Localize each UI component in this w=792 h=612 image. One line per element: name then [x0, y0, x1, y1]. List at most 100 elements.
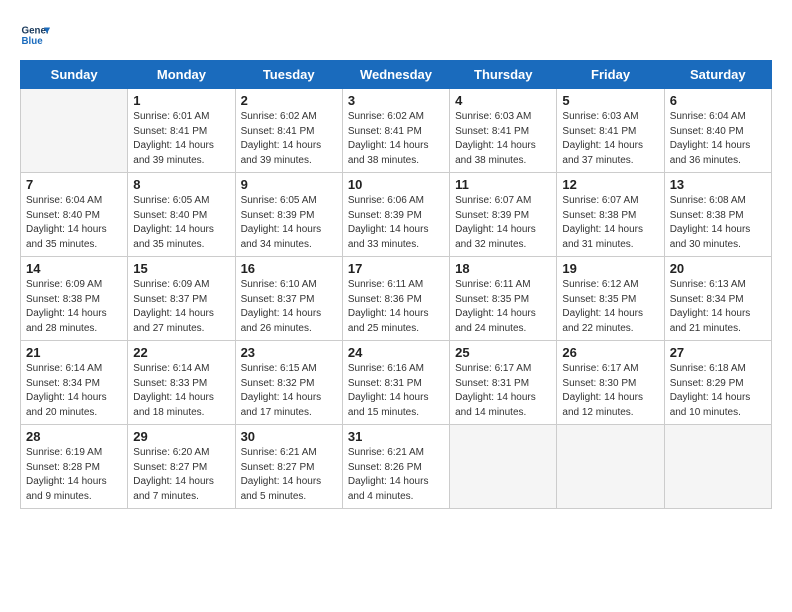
- day-number: 12: [562, 177, 658, 192]
- calendar-cell: 30Sunrise: 6:21 AM Sunset: 8:27 PM Dayli…: [235, 425, 342, 509]
- day-number: 2: [241, 93, 337, 108]
- calendar-cell: 31Sunrise: 6:21 AM Sunset: 8:26 PM Dayli…: [342, 425, 449, 509]
- day-header-tuesday: Tuesday: [235, 61, 342, 89]
- calendar-cell: 22Sunrise: 6:14 AM Sunset: 8:33 PM Dayli…: [128, 341, 235, 425]
- day-info: Sunrise: 6:19 AM Sunset: 8:28 PM Dayligh…: [26, 446, 122, 504]
- day-info: Sunrise: 6:07 AM Sunset: 8:38 PM Dayligh…: [562, 194, 658, 252]
- day-number: 30: [241, 429, 337, 444]
- day-info: Sunrise: 6:14 AM Sunset: 8:34 PM Dayligh…: [26, 362, 122, 420]
- day-info: Sunrise: 6:05 AM Sunset: 8:40 PM Dayligh…: [133, 194, 229, 252]
- calendar-cell: 24Sunrise: 6:16 AM Sunset: 8:31 PM Dayli…: [342, 341, 449, 425]
- day-info: Sunrise: 6:13 AM Sunset: 8:34 PM Dayligh…: [670, 278, 766, 336]
- day-info: Sunrise: 6:03 AM Sunset: 8:41 PM Dayligh…: [455, 110, 551, 168]
- day-number: 9: [241, 177, 337, 192]
- day-number: 13: [670, 177, 766, 192]
- calendar-cell: 4 Sunrise: 6:03 AM Sunset: 8:41 PM Daylig…: [450, 89, 557, 173]
- calendar-cell: 21 Sunrise: 6:14 AM Sunset: 8:34 PM Dayli…: [21, 341, 128, 425]
- day-header-saturday: Saturday: [664, 61, 771, 89]
- day-number: 26: [562, 345, 658, 360]
- day-info: Sunrise: 6:20 AM Sunset: 8:27 PM Dayligh…: [133, 446, 229, 504]
- day-number: 15: [133, 261, 229, 276]
- day-header-monday: Monday: [128, 61, 235, 89]
- calendar-cell: 29 Sunrise: 6:20 AM Sunset: 8:27 PM Dayli…: [128, 425, 235, 509]
- day-number: 17: [348, 261, 444, 276]
- calendar-week-4: 21 Sunrise: 6:14 AM Sunset: 8:34 PM Dayli…: [21, 341, 772, 425]
- day-info: Sunrise: 6:05 AM Sunset: 8:39 PM Dayligh…: [241, 194, 337, 252]
- calendar-cell: 25 Sunrise: 6:17 AM Sunset: 8:31 PM Dayli…: [450, 341, 557, 425]
- calendar-cell: 10 Sunrise: 6:06 AM Sunset: 8:39 PM Dayli…: [342, 173, 449, 257]
- svg-text:General: General: [22, 26, 51, 37]
- day-info: Sunrise: 6:04 AM Sunset: 8:40 PM Dayligh…: [26, 194, 122, 252]
- calendar-cell: 16 Sunrise: 6:10 AM Sunset: 8:37 PM Dayli…: [235, 257, 342, 341]
- day-info: Sunrise: 6:03 AM Sunset: 8:41 PM Dayligh…: [562, 110, 658, 168]
- calendar-cell: [21, 89, 128, 173]
- calendar-cell: [557, 425, 664, 509]
- calendar-cell: 17Sunrise: 6:11 AM Sunset: 8:36 PM Dayli…: [342, 257, 449, 341]
- calendar-cell: [450, 425, 557, 509]
- calendar-header-row: SundayMondayTuesdayWednesdayThursdayFrid…: [21, 61, 772, 89]
- calendar-cell: 23 Sunrise: 6:15 AM Sunset: 8:32 PM Dayli…: [235, 341, 342, 425]
- day-number: 5: [562, 93, 658, 108]
- day-info: Sunrise: 6:02 AM Sunset: 8:41 PM Dayligh…: [348, 110, 444, 168]
- calendar-cell: 5 Sunrise: 6:03 AM Sunset: 8:41 PM Daylig…: [557, 89, 664, 173]
- calendar-week-5: 28 Sunrise: 6:19 AM Sunset: 8:28 PM Dayli…: [21, 425, 772, 509]
- day-info: Sunrise: 6:18 AM Sunset: 8:29 PM Dayligh…: [670, 362, 766, 420]
- calendar-cell: 14Sunrise: 6:09 AM Sunset: 8:38 PM Dayli…: [21, 257, 128, 341]
- day-number: 25: [455, 345, 551, 360]
- day-number: 3: [348, 93, 444, 108]
- calendar-week-3: 14Sunrise: 6:09 AM Sunset: 8:38 PM Dayli…: [21, 257, 772, 341]
- day-number: 10: [348, 177, 444, 192]
- day-number: 4: [455, 93, 551, 108]
- day-number: 7: [26, 177, 122, 192]
- day-info: Sunrise: 6:02 AM Sunset: 8:41 PM Dayligh…: [241, 110, 337, 168]
- day-header-sunday: Sunday: [21, 61, 128, 89]
- day-number: 6: [670, 93, 766, 108]
- day-info: Sunrise: 6:07 AM Sunset: 8:39 PM Dayligh…: [455, 194, 551, 252]
- calendar-cell: 13 Sunrise: 6:08 AM Sunset: 8:38 PM Dayli…: [664, 173, 771, 257]
- day-info: Sunrise: 6:17 AM Sunset: 8:31 PM Dayligh…: [455, 362, 551, 420]
- calendar-cell: 11 Sunrise: 6:07 AM Sunset: 8:39 PM Dayli…: [450, 173, 557, 257]
- calendar-cell: 6 Sunrise: 6:04 AM Sunset: 8:40 PM Daylig…: [664, 89, 771, 173]
- logo-icon: General Blue: [20, 20, 50, 50]
- day-number: 19: [562, 261, 658, 276]
- day-number: 22: [133, 345, 229, 360]
- day-number: 28: [26, 429, 122, 444]
- calendar-cell: 7 Sunrise: 6:04 AM Sunset: 8:40 PM Daylig…: [21, 173, 128, 257]
- calendar-cell: 27 Sunrise: 6:18 AM Sunset: 8:29 PM Dayli…: [664, 341, 771, 425]
- day-info: Sunrise: 6:09 AM Sunset: 8:37 PM Dayligh…: [133, 278, 229, 336]
- day-number: 11: [455, 177, 551, 192]
- calendar-cell: 26 Sunrise: 6:17 AM Sunset: 8:30 PM Dayli…: [557, 341, 664, 425]
- day-info: Sunrise: 6:11 AM Sunset: 8:35 PM Dayligh…: [455, 278, 551, 336]
- logo: General Blue: [20, 20, 50, 50]
- day-info: Sunrise: 6:17 AM Sunset: 8:30 PM Dayligh…: [562, 362, 658, 420]
- day-info: Sunrise: 6:12 AM Sunset: 8:35 PM Dayligh…: [562, 278, 658, 336]
- day-header-friday: Friday: [557, 61, 664, 89]
- day-header-thursday: Thursday: [450, 61, 557, 89]
- svg-text:Blue: Blue: [22, 36, 44, 47]
- calendar-cell: 3 Sunrise: 6:02 AM Sunset: 8:41 PM Daylig…: [342, 89, 449, 173]
- page-header: General Blue: [20, 20, 772, 50]
- calendar-cell: 15 Sunrise: 6:09 AM Sunset: 8:37 PM Dayli…: [128, 257, 235, 341]
- day-number: 29: [133, 429, 229, 444]
- day-info: Sunrise: 6:04 AM Sunset: 8:40 PM Dayligh…: [670, 110, 766, 168]
- day-number: 27: [670, 345, 766, 360]
- day-header-wednesday: Wednesday: [342, 61, 449, 89]
- calendar-cell: 1Sunrise: 6:01 AM Sunset: 8:41 PM Daylig…: [128, 89, 235, 173]
- day-number: 21: [26, 345, 122, 360]
- day-info: Sunrise: 6:08 AM Sunset: 8:38 PM Dayligh…: [670, 194, 766, 252]
- calendar-cell: 18Sunrise: 6:11 AM Sunset: 8:35 PM Dayli…: [450, 257, 557, 341]
- calendar-table: SundayMondayTuesdayWednesdayThursdayFrid…: [20, 60, 772, 509]
- day-info: Sunrise: 6:15 AM Sunset: 8:32 PM Dayligh…: [241, 362, 337, 420]
- day-number: 24: [348, 345, 444, 360]
- calendar-cell: 28 Sunrise: 6:19 AM Sunset: 8:28 PM Dayli…: [21, 425, 128, 509]
- calendar-cell: 20 Sunrise: 6:13 AM Sunset: 8:34 PM Dayli…: [664, 257, 771, 341]
- day-info: Sunrise: 6:10 AM Sunset: 8:37 PM Dayligh…: [241, 278, 337, 336]
- calendar-cell: [664, 425, 771, 509]
- day-number: 31: [348, 429, 444, 444]
- day-number: 8: [133, 177, 229, 192]
- day-number: 23: [241, 345, 337, 360]
- day-number: 20: [670, 261, 766, 276]
- day-info: Sunrise: 6:06 AM Sunset: 8:39 PM Dayligh…: [348, 194, 444, 252]
- calendar-cell: 9 Sunrise: 6:05 AM Sunset: 8:39 PM Daylig…: [235, 173, 342, 257]
- day-number: 16: [241, 261, 337, 276]
